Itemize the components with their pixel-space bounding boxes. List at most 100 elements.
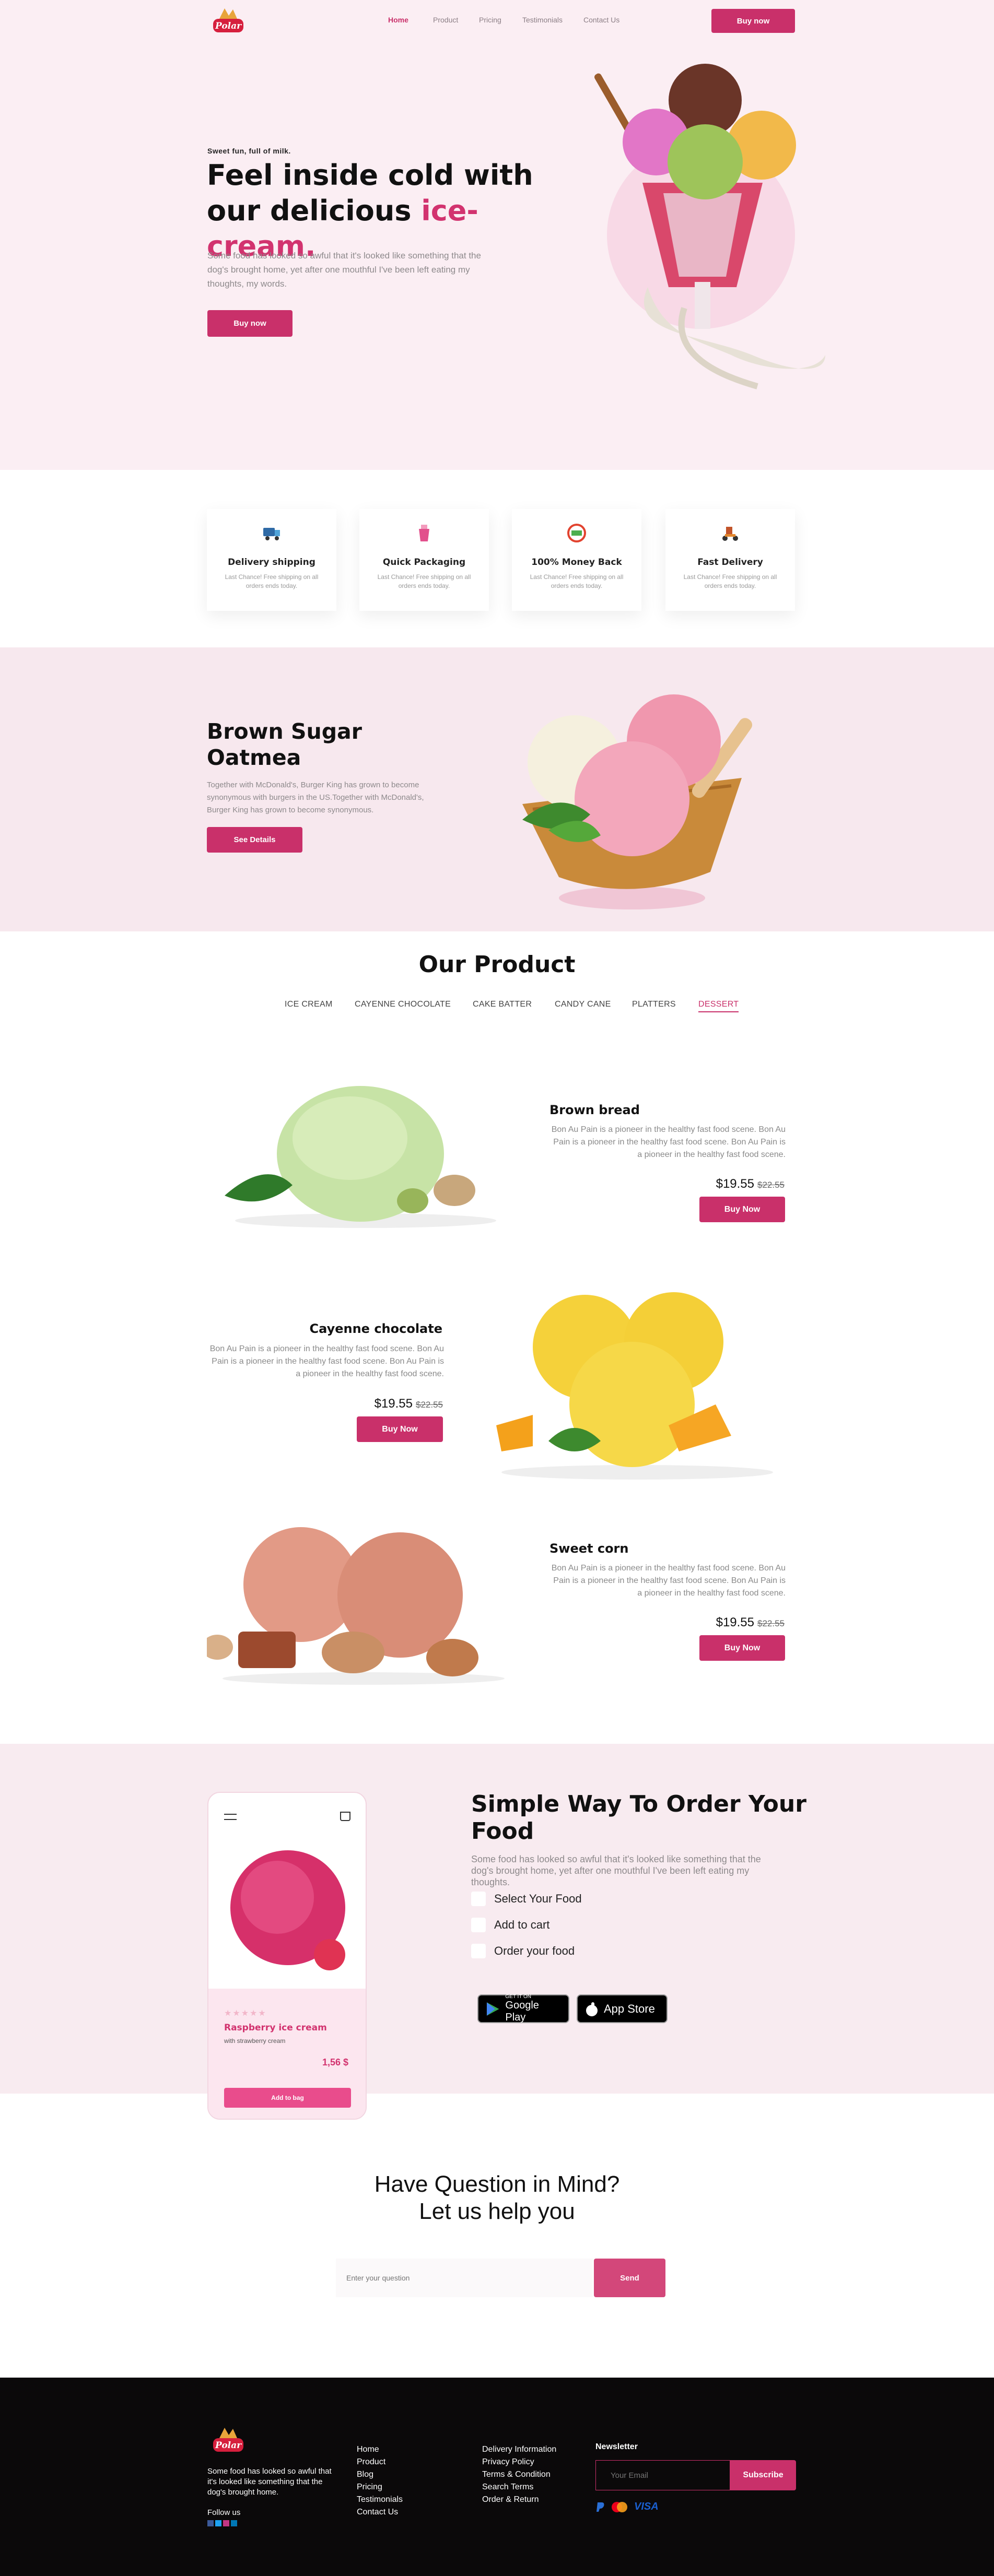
tab-cayenne-chocolate[interactable]: CAYENNE CHOCOLATE bbox=[355, 1000, 451, 1009]
tab-ice-cream[interactable]: ICE CREAM bbox=[285, 1000, 333, 1009]
linkedin-icon[interactable] bbox=[231, 2520, 237, 2526]
footer-link[interactable]: Blog bbox=[357, 2468, 403, 2481]
phone-mockup: ★★★★★ Raspberry ice cream with strawberr… bbox=[207, 1792, 367, 2120]
mastercard-icon bbox=[612, 2501, 627, 2512]
checkbox[interactable] bbox=[471, 1892, 486, 1906]
checkbox[interactable] bbox=[471, 1944, 486, 1958]
nav-pricing[interactable]: Pricing bbox=[479, 16, 501, 24]
buy-now-button[interactable]: Buy Now bbox=[699, 1635, 785, 1661]
chocolate-ice-cream-image bbox=[207, 1527, 505, 1685]
step-add-to-cart[interactable]: Add to cart bbox=[471, 1912, 582, 1938]
hero-ice-cream-image bbox=[594, 64, 825, 389]
footer-link[interactable]: Pricing bbox=[357, 2481, 403, 2494]
feature-card-delivery: Delivery shipping Last Chance! Free ship… bbox=[207, 509, 336, 611]
hero-title-line1: Feel inside cold with bbox=[207, 159, 533, 192]
google-play-button[interactable]: GET IT ON Google Play bbox=[477, 1994, 569, 2023]
products-heading: Our Product bbox=[418, 951, 576, 978]
featured-band: Brown Sugar Oatmea Together with McDonald… bbox=[0, 647, 994, 931]
nav-testimonials[interactable]: Testimonials bbox=[522, 16, 563, 24]
oatmeal-ice-cream-image bbox=[522, 694, 753, 909]
google-big: Google Play bbox=[505, 2000, 539, 2023]
tab-platters[interactable]: PLATTERS bbox=[632, 1000, 676, 1009]
footer-col-1: Home Product Blog Pricing Testimonials C… bbox=[357, 2443, 403, 2519]
send-button[interactable]: Send bbox=[594, 2259, 665, 2297]
twitter-icon[interactable] bbox=[215, 2520, 221, 2526]
product-name: Brown bread bbox=[549, 1103, 640, 1117]
phone-price: 1,56 $ bbox=[322, 2057, 349, 2067]
nav-product[interactable]: Product bbox=[433, 16, 458, 24]
feature-card-money-back: 100% Money Back Last Chance! Free shippi… bbox=[512, 509, 641, 611]
footer-link[interactable]: Home bbox=[357, 2443, 403, 2456]
subscribe-button[interactable]: Subscribe bbox=[730, 2460, 796, 2490]
feature-title: 100% Money Back bbox=[531, 557, 622, 568]
feature-title: Fast Delivery bbox=[697, 557, 763, 568]
footer-link[interactable]: Testimonials bbox=[357, 2494, 403, 2506]
band-description: Together with McDonald's, Burger King ha… bbox=[207, 781, 424, 814]
step-order-food[interactable]: Order your food bbox=[471, 1938, 582, 1964]
band-title: Brown Sugar Oatmea bbox=[207, 719, 362, 770]
nav-contact[interactable]: Contact Us bbox=[583, 16, 619, 24]
truck-icon bbox=[263, 528, 280, 540]
footer-link[interactable]: Terms & Condition bbox=[482, 2468, 556, 2481]
question-title: Have Question in Mind? Let us help you bbox=[374, 2171, 620, 2224]
footer-about: Some food has looked so awful that it's … bbox=[207, 2467, 332, 2497]
product-price: $19.55 $22.55 bbox=[374, 1397, 443, 1411]
buy-now-button[interactable]: Buy Now bbox=[699, 1197, 785, 1222]
logo-text: Polar bbox=[215, 21, 242, 31]
footer: Polar Some food has looked so awful that… bbox=[0, 2378, 994, 2576]
product-desc: Bon Au Pain is a pioneer in the healthy … bbox=[551, 1125, 786, 1159]
product-price: $19.55 $22.55 bbox=[716, 1177, 785, 1191]
tab-cake-batter[interactable]: CAKE BATTER bbox=[473, 1000, 532, 1009]
money-icon bbox=[567, 524, 586, 542]
old-price: $22.55 bbox=[416, 1400, 443, 1410]
hero-buy-button[interactable]: Buy now bbox=[207, 310, 293, 337]
tab-dessert[interactable]: DESSERT bbox=[698, 1000, 739, 1012]
tab-candy-cane[interactable]: CANDY CANE bbox=[555, 1000, 611, 1009]
pistachio-ice-cream-image bbox=[225, 1086, 496, 1228]
mango-ice-cream-image bbox=[496, 1292, 773, 1480]
apple-icon bbox=[586, 2002, 598, 2016]
header-buy-button[interactable]: Buy now bbox=[711, 9, 795, 33]
cart-icon[interactable] bbox=[340, 1812, 350, 1821]
footer-link[interactable]: Contact Us bbox=[357, 2506, 403, 2519]
instagram-icon[interactable] bbox=[223, 2520, 229, 2526]
newsletter-title: Newsletter bbox=[595, 2442, 638, 2451]
step-select-food[interactable]: Select Your Food bbox=[471, 1886, 582, 1912]
newsletter-email-input[interactable] bbox=[595, 2460, 730, 2490]
footer-link[interactable]: Privacy Policy bbox=[482, 2456, 556, 2468]
question-input[interactable] bbox=[336, 2259, 593, 2297]
footer-link[interactable]: Order & Return bbox=[482, 2494, 556, 2506]
hero-tagline: Sweet fun, full of milk. bbox=[207, 147, 291, 155]
phone-product-name: Raspberry ice cream bbox=[224, 2023, 327, 2033]
social-icons bbox=[207, 2520, 237, 2526]
nav-home[interactable]: Home bbox=[388, 16, 408, 24]
order-description: Some food has looked so awful that it's … bbox=[471, 1854, 761, 1887]
see-details-button[interactable]: See Details bbox=[207, 827, 302, 853]
footer-link[interactable]: Product bbox=[357, 2456, 403, 2468]
google-small: GET IT ON bbox=[505, 1994, 532, 2000]
product-desc: Bon Au Pain is a pioneer in the healthy … bbox=[209, 1344, 444, 1378]
footer-link[interactable]: Search Terms bbox=[482, 2481, 556, 2494]
facebook-icon[interactable] bbox=[207, 2520, 214, 2526]
footer-logo[interactable]: Polar bbox=[209, 2426, 248, 2455]
feature-card-fast-delivery: Fast Delivery Last Chance! Free shipping… bbox=[665, 509, 795, 611]
buy-now-button[interactable]: Buy Now bbox=[357, 1416, 443, 1442]
add-to-bag-button[interactable]: Add to bag bbox=[224, 2088, 351, 2108]
order-steps: Select Your Food Add to cart Order your … bbox=[471, 1886, 582, 1964]
scooter-icon bbox=[722, 527, 738, 541]
feature-desc: Last Chance! Free shipping on all orders… bbox=[683, 573, 777, 589]
feature-card-packaging: Quick Packaging Last Chance! Free shippi… bbox=[359, 509, 489, 611]
app-store-label: App Store bbox=[604, 2002, 655, 2015]
order-title: Simple Way To Order Your Food bbox=[471, 1791, 806, 1845]
menu-icon[interactable] bbox=[224, 1814, 237, 1820]
feature-desc: Last Chance! Free shipping on all orders… bbox=[377, 573, 471, 589]
phone-product-sub: with strawberry cream bbox=[224, 2037, 286, 2045]
checkbox[interactable] bbox=[471, 1918, 486, 1932]
feature-desc: Last Chance! Free shipping on all orders… bbox=[225, 573, 319, 589]
footer-col-2: Delivery Information Privacy Policy Term… bbox=[482, 2443, 556, 2506]
footer-link[interactable]: Delivery Information bbox=[482, 2443, 556, 2456]
logo[interactable]: Polar bbox=[209, 6, 248, 36]
raspberry-ice-cream-image bbox=[230, 1850, 345, 1970]
app-store-button[interactable]: App Store bbox=[577, 1994, 668, 2023]
google-play-icon bbox=[486, 2002, 499, 2016]
